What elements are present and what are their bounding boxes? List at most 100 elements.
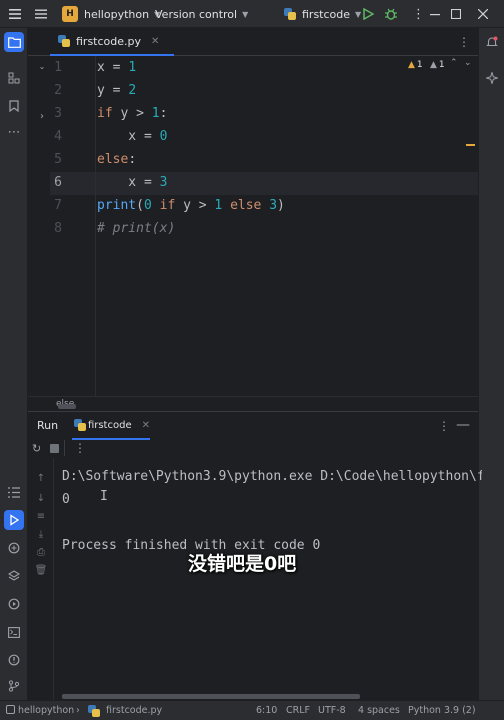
more-tools-icon[interactable]: ⋯: [4, 122, 24, 142]
close-run-tab-icon[interactable]: ✕: [142, 420, 150, 431]
code-token: if: [159, 198, 176, 213]
line-number[interactable]: 6: [22, 171, 66, 194]
code-token: 0: [143, 198, 152, 213]
terminal-icon[interactable]: [4, 622, 24, 642]
todo-list-icon[interactable]: [4, 482, 24, 502]
status-project[interactable]: hellopython: [6, 701, 74, 720]
weak-warning-count: 1: [438, 60, 445, 70]
run-options-icon[interactable]: ⋮: [438, 419, 450, 433]
run-tool-icon[interactable]: [4, 510, 24, 530]
scroll-down-icon[interactable]: ↓: [32, 490, 50, 506]
status-file[interactable]: firstcode.py: [88, 701, 162, 720]
notifications-icon[interactable]: [482, 32, 502, 52]
video-subtitle: 没错吧是0吧: [188, 553, 297, 575]
warning-indicator[interactable]: ▲ 1: [408, 60, 423, 70]
code-token: x =: [97, 129, 160, 144]
status-bar: hellopython › firstcode.py 6:10 CRLF UTF…: [0, 700, 504, 720]
project-folder-icon[interactable]: [4, 32, 24, 52]
code-line[interactable]: x = 0: [97, 125, 477, 148]
python-packages-icon[interactable]: [4, 538, 24, 558]
close-window-icon[interactable]: [478, 0, 488, 28]
soft-wrap-icon[interactable]: ≡: [32, 508, 50, 524]
chevron-down-icon: ▼: [242, 9, 249, 19]
code-token: y >: [175, 198, 215, 213]
status-encoding[interactable]: UTF-8: [318, 701, 346, 720]
scroll-up-icon[interactable]: ↑: [32, 470, 50, 486]
console-horizontal-scrollbar[interactable]: [62, 694, 360, 699]
run-panel-title: Run: [37, 419, 59, 432]
project-name: hellopython: [84, 7, 150, 21]
code-line[interactable]: if y > 1:: [97, 102, 477, 125]
services-icon[interactable]: [4, 594, 24, 614]
status-indent[interactable]: 4 spaces: [358, 701, 400, 720]
line-number[interactable]: 5: [22, 148, 66, 171]
status-caret-position[interactable]: 6:10: [256, 701, 277, 720]
hide-panel-icon[interactable]: —: [456, 417, 470, 433]
line-number[interactable]: 1: [22, 56, 66, 79]
project-badge: H: [62, 6, 78, 22]
prev-highlight-icon[interactable]: ⌃: [450, 58, 458, 68]
code-line[interactable]: # print(x): [97, 217, 477, 240]
editor-horizontal-scrollbar[interactable]: [58, 404, 76, 409]
bookmark-icon[interactable]: [4, 96, 24, 116]
code-line[interactable]: print(0 if y > 1 else 3): [97, 194, 477, 217]
vcs-label: Version control: [155, 7, 238, 21]
chevron-down-icon: ▼: [355, 9, 362, 19]
run-icon[interactable]: [362, 0, 374, 28]
maximize-icon[interactable]: [451, 0, 461, 28]
run-more-icon[interactable]: ⋮: [74, 441, 86, 455]
app-menu-icon[interactable]: [8, 0, 22, 28]
code-token: y >: [112, 106, 152, 121]
run-tab-firstcode[interactable]: firstcode ✕: [72, 412, 150, 440]
status-interpreter[interactable]: Python 3.9 (2): [408, 701, 476, 720]
code-token: else: [97, 152, 129, 167]
gutter-separator: [95, 56, 96, 396]
debug-icon[interactable]: [384, 0, 398, 28]
layers-icon[interactable]: [4, 566, 24, 586]
python-file-icon: [284, 8, 296, 20]
line-number[interactable]: 7: [22, 194, 66, 217]
code-token: :: [128, 152, 137, 167]
rerun-icon[interactable]: ↻: [32, 442, 41, 455]
structure-icon[interactable]: [4, 68, 24, 88]
problems-icon[interactable]: [4, 650, 24, 670]
git-icon[interactable]: [4, 676, 24, 696]
close-tab-icon[interactable]: ✕: [151, 36, 159, 47]
line-number[interactable]: 3: [22, 102, 66, 125]
main-menu-icon[interactable]: [34, 0, 48, 28]
code-token: print: [97, 198, 137, 213]
tab-options-icon[interactable]: ⋮: [458, 35, 470, 49]
code-token: # print(x): [97, 221, 176, 236]
scroll-to-end-icon[interactable]: ⤓: [32, 526, 50, 542]
stop-icon[interactable]: [50, 444, 59, 453]
python-file-icon: [74, 419, 86, 431]
code-token: y =: [97, 83, 129, 98]
minimize-icon[interactable]: [430, 0, 440, 28]
next-highlight-icon[interactable]: ⌄: [464, 58, 472, 68]
line-number[interactable]: 4: [22, 125, 66, 148]
warning-icon: ▲: [408, 60, 415, 70]
weak-warning-indicator[interactable]: ▲ 1: [430, 60, 445, 70]
code-token: 3: [159, 175, 168, 190]
line-number[interactable]: 2: [22, 79, 66, 102]
more-actions-icon[interactable]: ⋮: [412, 0, 425, 28]
ai-assistant-icon[interactable]: [482, 68, 502, 88]
editor-tab-firstcode[interactable]: firstcode.py ✕: [50, 28, 174, 56]
code-line[interactable]: else:: [97, 148, 477, 171]
breadcrumb[interactable]: else: [28, 396, 478, 411]
project-switcher[interactable]: H hellopython ▼: [62, 0, 160, 28]
status-breadcrumb-separator: ›: [76, 705, 80, 716]
warning-stripe-marker[interactable]: [466, 144, 475, 146]
vcs-widget[interactable]: Version control ▼: [155, 0, 248, 28]
run-config-selector[interactable]: firstcode ▼: [284, 0, 361, 28]
code-token: ): [277, 198, 285, 213]
print-icon[interactable]: ⎙: [32, 544, 50, 560]
code-token: 1: [128, 60, 137, 75]
code-line[interactable]: x = 3: [97, 171, 477, 194]
line-number[interactable]: 8: [22, 217, 66, 240]
title-bar: H hellopython ▼ Version control ▼ firstc…: [0, 0, 504, 28]
status-line-separator[interactable]: CRLF: [286, 701, 310, 720]
code-token: x =: [97, 175, 160, 190]
code-line[interactable]: y = 2: [97, 79, 477, 102]
clear-console-icon[interactable]: 🗑: [32, 562, 50, 578]
